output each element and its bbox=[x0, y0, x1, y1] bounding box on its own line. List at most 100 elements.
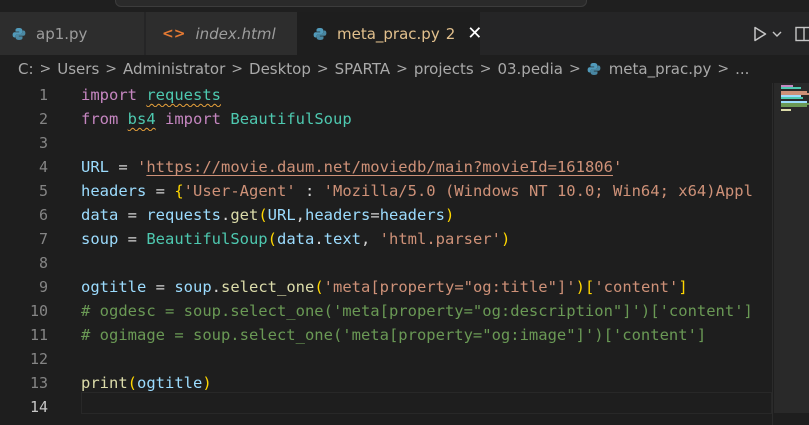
tab-bar: ap1.py <> index.html meta_prac.py 2 ✕ bbox=[0, 12, 809, 55]
breadcrumb-item[interactable]: Desktop bbox=[249, 60, 311, 78]
line-number: 11 bbox=[29, 326, 48, 344]
line-number: 3 bbox=[38, 134, 48, 152]
chevron-right-icon: > bbox=[479, 61, 492, 77]
python-icon bbox=[313, 27, 327, 41]
breadcrumb-item[interactable]: Administrator bbox=[123, 60, 225, 78]
minimap-line bbox=[781, 87, 801, 89]
code-line-9: ogtitle = soup.select_one('meta[property… bbox=[81, 275, 772, 299]
code-lines: import requests from bs4 import Beautifu… bbox=[81, 83, 772, 419]
minimap-line bbox=[781, 97, 803, 99]
tab-label: index.html bbox=[195, 24, 276, 43]
breadcrumb-item[interactable]: Users bbox=[57, 60, 99, 78]
string: 'User-Agent' bbox=[183, 182, 296, 200]
string: 'meta[property="og:title"]' bbox=[323, 278, 576, 296]
code-editor[interactable]: 1 2 3 4 5 6 7 8 9 10 11 12 13 14 import … bbox=[0, 83, 772, 425]
breadcrumb-item[interactable]: C: bbox=[18, 60, 34, 78]
code-line-1: import requests bbox=[81, 83, 772, 107]
brace: { bbox=[174, 182, 184, 200]
bracket: [ bbox=[584, 278, 595, 296]
keyword: from bbox=[81, 110, 119, 128]
minimap[interactable] bbox=[772, 83, 809, 425]
paren: ( bbox=[267, 230, 277, 248]
paren: ) bbox=[202, 374, 212, 392]
argument: ogtitle bbox=[137, 374, 203, 392]
keyword: import bbox=[165, 110, 222, 128]
function: print bbox=[81, 374, 128, 392]
argument: URL bbox=[267, 206, 296, 224]
code-line-5: headers = {'User-Agent' : 'Mozilla/5.0 (… bbox=[81, 179, 772, 203]
string: 'html.parser' bbox=[379, 230, 501, 248]
comma: , bbox=[295, 206, 306, 224]
breadcrumb: C: > Users > Administrator > Desktop > SPART… bbox=[0, 55, 809, 83]
code-line-11: # ogimage = soup.select_one('meta[proper… bbox=[81, 323, 772, 347]
variable: data bbox=[81, 206, 119, 224]
breadcrumb-item[interactable]: meta_prac.py bbox=[609, 60, 712, 78]
command-center[interactable] bbox=[115, 0, 587, 7]
operator: = bbox=[146, 182, 175, 200]
split-editor-icon[interactable] bbox=[795, 26, 809, 42]
dot: . bbox=[211, 278, 221, 296]
line-number: 9 bbox=[38, 278, 48, 296]
title-bar bbox=[0, 0, 809, 12]
module-name: requests bbox=[146, 86, 221, 104]
play-icon[interactable] bbox=[753, 26, 767, 42]
line-number: 12 bbox=[29, 350, 48, 368]
function: select_one bbox=[221, 278, 315, 296]
minimap-slider[interactable] bbox=[774, 83, 809, 413]
chevron-right-icon: > bbox=[396, 61, 408, 77]
line-number: 1 bbox=[38, 86, 48, 104]
colon: : bbox=[295, 182, 324, 200]
breadcrumb-item[interactable]: SPARTA bbox=[335, 60, 390, 78]
keyword: import bbox=[81, 86, 137, 104]
tab-ap1-py[interactable]: ap1.py bbox=[0, 12, 145, 55]
code-line-7: soup = BeautifulSoup(data.text, 'html.pa… bbox=[81, 227, 772, 251]
function: get bbox=[230, 206, 259, 224]
module-name: bs4 bbox=[127, 110, 156, 128]
chevron-right-icon: > bbox=[316, 61, 329, 77]
chevron-right-icon: > bbox=[568, 61, 581, 77]
line-number-active: 14 bbox=[29, 398, 48, 416]
chevron-right-icon: > bbox=[105, 61, 118, 77]
chevron-right-icon: > bbox=[717, 61, 730, 77]
breadcrumb-item[interactable]: 03.pedia bbox=[497, 60, 563, 78]
operator: = bbox=[109, 158, 137, 176]
minimap-line bbox=[781, 109, 791, 111]
dot: . bbox=[314, 230, 324, 248]
chevron-down-icon[interactable] bbox=[771, 28, 783, 40]
code-line-4: URL = 'https://movie.daum.net/moviedb/ma… bbox=[81, 155, 772, 179]
line-number: 13 bbox=[29, 374, 48, 392]
object: requests bbox=[146, 206, 221, 224]
python-icon bbox=[12, 27, 26, 41]
close-icon[interactable]: ✕ bbox=[467, 24, 482, 43]
tab-meta-prac-py[interactable]: meta_prac.py 2 ✕ bbox=[297, 12, 482, 55]
problems-badge: 2 bbox=[445, 24, 456, 43]
chevron-right-icon: > bbox=[231, 61, 244, 77]
editor-actions bbox=[753, 12, 809, 55]
operator: = bbox=[146, 278, 175, 296]
breadcrumb-item[interactable]: ... bbox=[735, 60, 749, 78]
paren: ) bbox=[445, 206, 455, 224]
tab-label: meta_prac.py bbox=[337, 24, 440, 43]
paren: ) bbox=[501, 230, 511, 248]
operator: = bbox=[118, 206, 147, 224]
line-number: 6 bbox=[38, 206, 48, 224]
url-link[interactable]: https://movie.daum.net/moviedb/main?movi… bbox=[146, 158, 613, 176]
code-line-10: # ogdesc = soup.select_one('meta[propert… bbox=[81, 299, 772, 323]
variable: soup bbox=[81, 230, 119, 248]
chevron-right-icon: > bbox=[39, 61, 52, 77]
comment: # ogdesc = soup.select_one('meta[propert… bbox=[81, 302, 753, 320]
tab-index-html[interactable]: <> index.html bbox=[146, 12, 297, 55]
dot: . bbox=[220, 206, 231, 224]
code-line-13: print(ogtitle) bbox=[81, 371, 772, 395]
argument: headers bbox=[379, 206, 446, 224]
breadcrumb-item[interactable]: projects bbox=[414, 60, 474, 78]
variable: ogtitle bbox=[81, 278, 147, 296]
string-quote: ' bbox=[612, 158, 623, 176]
string-quote: ' bbox=[137, 158, 147, 176]
paren: ( bbox=[258, 206, 268, 224]
tab-label: ap1.py bbox=[36, 24, 88, 43]
paren: ( bbox=[127, 374, 138, 392]
